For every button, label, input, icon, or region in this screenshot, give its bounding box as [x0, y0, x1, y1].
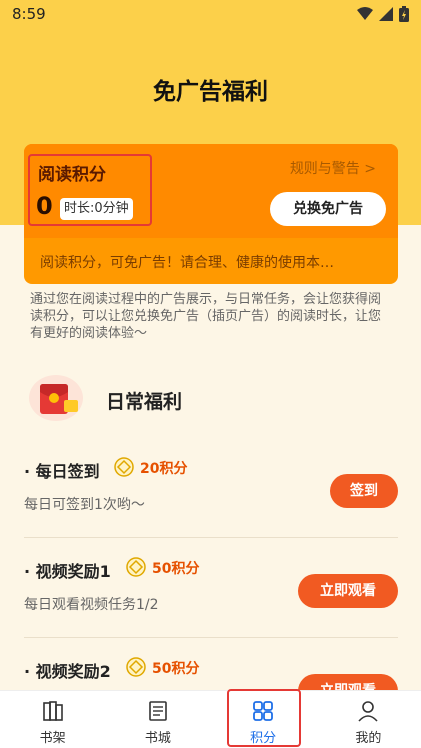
user-icon	[358, 701, 378, 722]
book-icon	[149, 701, 167, 721]
bottom-nav: 书架 书城 积分 我的	[0, 690, 421, 748]
wifi-icon	[357, 7, 373, 20]
card-notice: 阅读积分，可免广告！请合理、健康的使用本…	[40, 255, 334, 271]
coin-icon	[126, 557, 146, 577]
watch-video-button-1[interactable]: 立即观看	[298, 574, 398, 608]
nav-item-mine[interactable]: 我的	[316, 691, 421, 748]
battery-icon	[399, 6, 409, 22]
nav-label: 书城	[144, 731, 171, 746]
task-daily-checkin: · 每日签到 20积分 每日可签到1次哟～ 签到	[24, 452, 398, 538]
coin-icon	[114, 457, 134, 477]
redeem-ad-free-button[interactable]: 兑换免广告	[270, 192, 386, 226]
daily-section-header: 日常福利	[22, 368, 402, 428]
reading-points-box: 阅读积分 0 时长:0分钟	[28, 154, 152, 226]
checkin-button[interactable]: 签到	[330, 474, 398, 508]
page: 8:59 免广告福利 阅读积分 0 时长:0分钟 规则与警告 > 兑换免广告 阅…	[0, 0, 421, 748]
task-name: · 视频奖励1	[24, 562, 111, 581]
coin-icon	[126, 657, 146, 677]
nav-label: 我的	[355, 731, 382, 746]
task-desc: 每日观看视频任务1/2	[24, 597, 159, 613]
nav-highlight-box	[227, 689, 301, 747]
task-desc: 每日可签到1次哟～	[24, 497, 145, 513]
signal-icon	[379, 7, 393, 21]
task-points: 50积分	[152, 561, 200, 577]
status-icons	[357, 6, 409, 22]
status-time: 8:59	[12, 5, 46, 23]
nav-item-bookshelf[interactable]: 书架	[0, 691, 105, 748]
page-title: 免广告福利	[153, 79, 268, 105]
task-name: · 每日签到	[24, 462, 100, 481]
nav-item-bookstore[interactable]: 书城	[105, 691, 210, 748]
daily-section-title: 日常福利	[106, 391, 183, 413]
status-bar: 8:59	[0, 0, 421, 28]
rules-link[interactable]: 规则与警告 >	[290, 158, 376, 178]
points-value: 0	[36, 192, 53, 220]
points-card: 阅读积分 0 时长:0分钟 规则与警告 > 兑换免广告 阅读积分，可免广告！请合…	[24, 144, 398, 284]
points-title: 阅读积分	[38, 165, 106, 185]
task-name: · 视频奖励2	[24, 662, 111, 681]
description-text: 通过您在阅读过程中的广告展示，与日常任务，会让您获得阅读积分，可以让您兑换免广告…	[30, 292, 382, 341]
bookshelf-icon	[42, 701, 63, 721]
task-video-reward-1: · 视频奖励1 50积分 每日观看视频任务1/2 立即观看	[24, 552, 398, 638]
task-points: 20积分	[140, 461, 188, 477]
red-envelope-icon	[29, 375, 83, 421]
nav-label: 书架	[39, 731, 66, 746]
task-points: 50积分	[152, 661, 200, 677]
duration-badge: 时长:0分钟	[60, 198, 133, 220]
